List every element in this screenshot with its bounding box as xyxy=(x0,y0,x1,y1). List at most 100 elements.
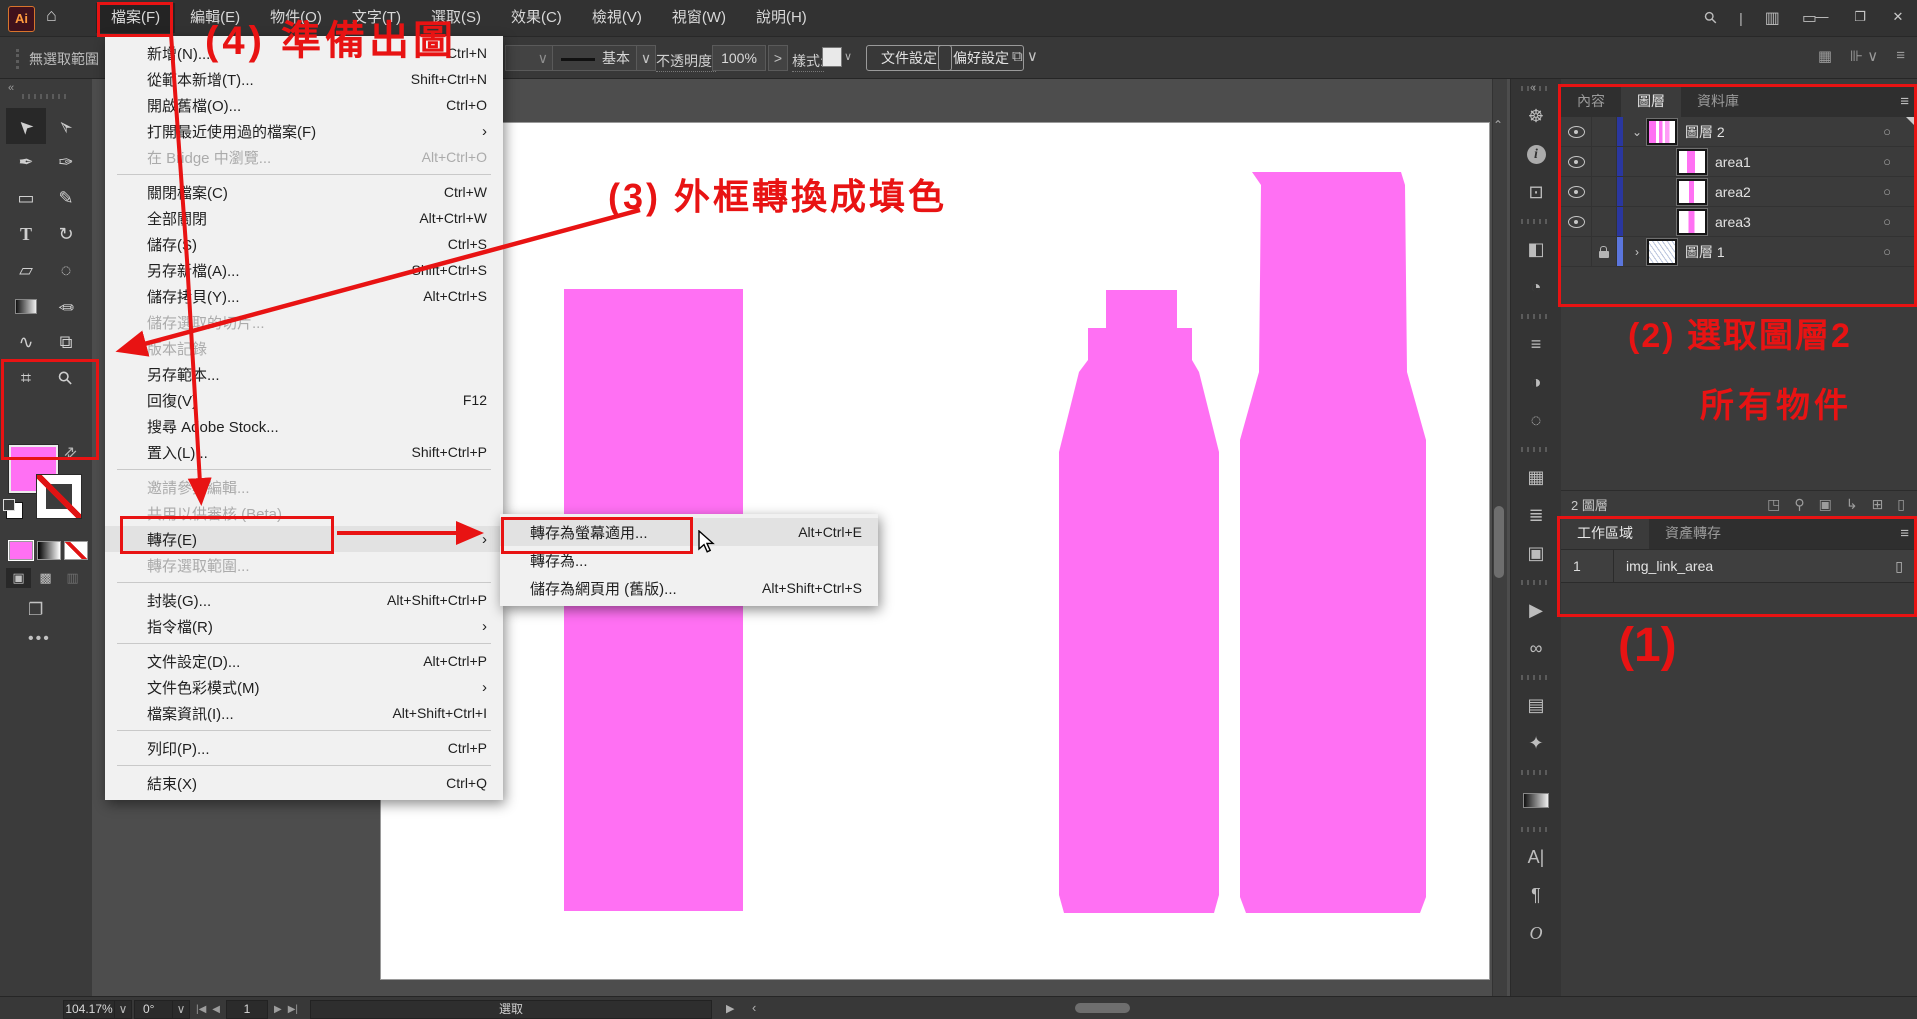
horizontal-scrollbar-thumb[interactable] xyxy=(1075,1003,1130,1013)
transform-icon[interactable]: ▦ xyxy=(1511,458,1561,496)
file-menu-item[interactable]: 轉存(E)› xyxy=(105,526,503,552)
layer-name[interactable]: area3 xyxy=(1715,214,1751,230)
rectangle-tool[interactable]: ▭ xyxy=(6,180,46,216)
lock-toggle[interactable] xyxy=(1592,147,1617,176)
prev-artboard-icon[interactable]: ◀ xyxy=(212,1004,220,1015)
layer-chevron-icon[interactable]: › xyxy=(1627,245,1647,259)
dock-gripper[interactable] xyxy=(1521,314,1551,319)
status-play-icon[interactable]: ▶ xyxy=(726,1002,734,1015)
artboards-tab-工作區域[interactable]: 工作區域 xyxy=(1561,518,1649,549)
rotation-dropdown-chevron-icon[interactable]: ∨ xyxy=(172,1000,190,1019)
shaper-tool[interactable]: ◌ xyxy=(46,252,86,288)
new-layer-icon[interactable]: ⊞ xyxy=(1872,496,1884,513)
export-submenu-item[interactable]: 儲存為網頁用 (舊版)...Alt+Shift+Ctrl+S xyxy=(500,574,878,602)
color-guide-icon[interactable]: ◔ xyxy=(1511,268,1561,306)
target-circle-icon[interactable]: ○ xyxy=(1883,184,1891,199)
lock-toggle[interactable] xyxy=(1592,207,1617,236)
target-circle-icon[interactable]: ○ xyxy=(1883,154,1891,169)
menu-效果(C)[interactable]: 效果(C) xyxy=(496,3,577,33)
dock-gripper[interactable] xyxy=(1521,827,1551,832)
draw-behind-button[interactable]: ▩ xyxy=(33,568,58,588)
visibility-toggle[interactable] xyxy=(1561,207,1592,236)
clipping-mask-icon[interactable]: ▣ xyxy=(1819,496,1832,513)
export-submenu-item[interactable]: 轉存為... xyxy=(500,546,878,574)
file-menu-item[interactable]: 搜尋 Adobe Stock... xyxy=(105,413,503,439)
file-menu-item[interactable]: 列印(P)...Ctrl+P xyxy=(105,735,503,761)
dock-gripper[interactable] xyxy=(1521,675,1551,680)
controlbar-menu-icon[interactable]: ≡ xyxy=(1896,47,1905,65)
file-menu-item[interactable]: 封裝(G)...Alt+Shift+Ctrl+P xyxy=(105,587,503,613)
menu-物件(O)[interactable]: 物件(O) xyxy=(255,3,337,33)
menu-選取(S)[interactable]: 選取(S) xyxy=(416,3,496,33)
layer-thumbnail[interactable] xyxy=(1677,179,1707,205)
file-menu-item[interactable]: 全部關閉Alt+Ctrl+W xyxy=(105,205,503,231)
menu-視窗(W)[interactable]: 視窗(W) xyxy=(657,3,741,33)
layer-chevron-icon[interactable]: ⌄ xyxy=(1627,125,1647,139)
file-menu-item[interactable]: 儲存拷貝(Y)...Alt+Ctrl+S xyxy=(105,283,503,309)
collect-for-export-icon[interactable]: ◳ xyxy=(1767,496,1780,513)
home-icon[interactable]: ⌂ xyxy=(46,5,57,26)
layer-name[interactable]: 圖層 1 xyxy=(1685,242,1725,262)
target-circle-icon[interactable]: ○ xyxy=(1883,214,1891,229)
target-circle-icon[interactable]: ○ xyxy=(1883,124,1891,139)
arrange-documents-icon[interactable]: ▦ xyxy=(1818,47,1832,65)
file-menu-item[interactable]: 檔案資訊(I)...Alt+Shift+Ctrl+I xyxy=(105,700,503,726)
none-mode-button[interactable] xyxy=(64,541,88,560)
style-chevron-icon[interactable]: ∨ xyxy=(844,50,852,63)
layer-name[interactable]: 圖層 2 xyxy=(1685,122,1725,142)
change-screen-mode-icon[interactable]: ❐ xyxy=(28,600,43,620)
layers-panel-menu-icon[interactable]: ≡ xyxy=(1900,86,1909,117)
brush-dropdown-chevron-icon[interactable]: ∨ xyxy=(636,45,656,71)
locate-object-icon[interactable]: ⚲ xyxy=(1794,496,1804,513)
export-preview-icon[interactable]: ⊡ xyxy=(1511,173,1561,211)
artboards-tab-資產轉存[interactable]: 資產轉存 xyxy=(1649,518,1737,549)
swap-fill-stroke-icon[interactable]: ⇄ xyxy=(59,442,81,464)
first-artboard-icon[interactable]: |◀ xyxy=(196,1004,206,1015)
dock-gripper[interactable] xyxy=(1521,770,1551,775)
collapse-tools-icon[interactable]: « xyxy=(8,82,14,94)
close-button[interactable]: ✕ xyxy=(1879,0,1917,36)
draw-normal-button[interactable]: ▣ xyxy=(6,568,31,588)
minimize-button[interactable]: — xyxy=(1803,0,1841,36)
layer-name[interactable]: area1 xyxy=(1715,154,1751,170)
artboard-page-icon[interactable]: ▯ xyxy=(1895,558,1917,575)
vertical-scrollbar-thumb[interactable] xyxy=(1494,506,1504,578)
opentype-icon[interactable]: O xyxy=(1511,914,1561,952)
expand-panels-icon[interactable]: « xyxy=(1530,82,1536,94)
file-menu-item[interactable]: 另存新檔(A)...Shift+Ctrl+S xyxy=(105,257,503,283)
artboards-icon[interactable]: ▤ xyxy=(1511,686,1561,724)
eraser-tool[interactable]: ▱ xyxy=(6,252,46,288)
last-artboard-icon[interactable]: ▶| xyxy=(288,1004,298,1015)
menu-編輯(E)[interactable]: 編輯(E) xyxy=(175,3,255,33)
gradient-icon[interactable] xyxy=(1511,781,1561,819)
dock-gripper[interactable] xyxy=(1521,219,1551,224)
file-menu-item[interactable]: 從範本新增(T)...Shift+Ctrl+N xyxy=(105,66,503,92)
new-sublayer-icon[interactable]: ↳ xyxy=(1846,496,1858,513)
dock-gripper[interactable] xyxy=(1521,447,1551,452)
file-menu-item[interactable]: 打開最近使用過的檔案(F)› xyxy=(105,118,503,144)
area2-bottle[interactable] xyxy=(1059,290,1219,913)
status-back-icon[interactable]: ‹ xyxy=(752,1000,756,1015)
menu-說明(H)[interactable]: 說明(H) xyxy=(741,3,822,33)
stroke-color-swatch[interactable] xyxy=(37,475,81,518)
lock-toggle[interactable] xyxy=(1592,177,1617,206)
file-menu-item[interactable]: 另存範本... xyxy=(105,361,503,387)
pen-tool[interactable]: ✒ xyxy=(6,144,46,180)
layer-thumbnail[interactable] xyxy=(1677,209,1707,235)
swatches-icon[interactable]: ◧ xyxy=(1511,230,1561,268)
artboard-number-dropdown[interactable]: 1 xyxy=(226,1000,268,1019)
eyedropper-tool[interactable]: ✎ xyxy=(46,288,86,324)
asset-export-icon[interactable]: ✦ xyxy=(1511,724,1561,762)
scroll-up-icon[interactable]: ⌃ xyxy=(1493,118,1503,132)
layers-tab-資料庫[interactable]: 資料庫 xyxy=(1681,86,1755,117)
opacity-value-input[interactable]: 100% xyxy=(712,45,766,71)
layer-thumbnail[interactable] xyxy=(1647,119,1677,145)
character-icon[interactable]: A| xyxy=(1511,838,1561,876)
file-menu-item[interactable]: 開啟舊檔(O)...Ctrl+O xyxy=(105,92,503,118)
variable-width-dropdown[interactable]: ∨ xyxy=(505,45,555,71)
properties-icon[interactable]: ☸ xyxy=(1511,97,1561,135)
draw-inside-button[interactable]: ▥ xyxy=(60,568,85,588)
zoom-level-input[interactable]: 104.17% xyxy=(63,1000,115,1019)
layer-row[interactable]: area1 ○ xyxy=(1561,147,1917,177)
artboard-name[interactable]: img_link_area xyxy=(1614,558,1713,574)
